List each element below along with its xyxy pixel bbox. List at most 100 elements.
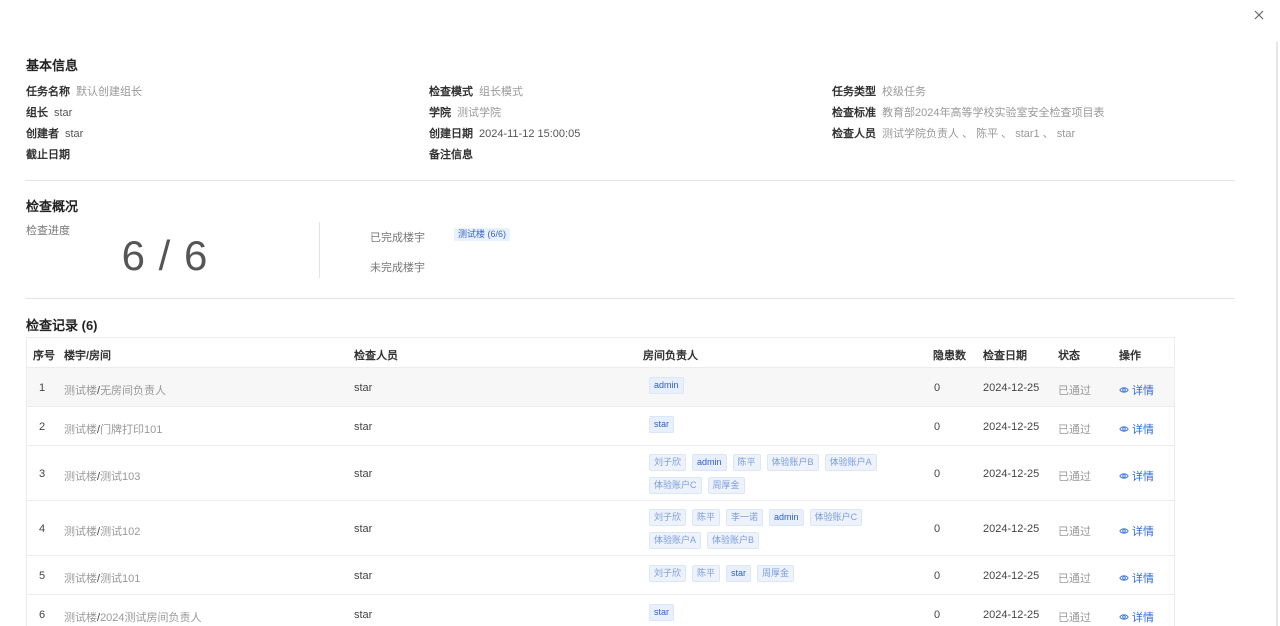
owner-tag: 体验账户B [766, 454, 819, 471]
inspector-cell: star [354, 523, 373, 535]
college-value: 测试学院 [457, 107, 501, 119]
table-body: 1 测试楼/无房间负责人 star admin 0 2024-12-25 已通过 详情 2 测试楼… [27, 368, 1174, 626]
done-building-tag: 测试楼 (6/6) [454, 228, 511, 241]
owner-tag: 体验账户B [707, 532, 760, 549]
detail-link[interactable]: 详情 [1119, 609, 1154, 625]
status-badge: 已通过 [1058, 471, 1091, 483]
room-cell: 测试楼/测试102 [64, 523, 140, 539]
detail-link[interactable]: 详情 [1119, 421, 1154, 437]
table-row: 4 测试楼/测试102 star 刘子欣 陈平 李一诺 admin 体验账户C 体验账户A 体验账… [27, 501, 1174, 556]
room-name: 测试101 [100, 573, 141, 585]
owner-tag: star [649, 416, 675, 433]
deadline-field: 截止日期 [26, 146, 76, 162]
check-date: 2024-12-25 [983, 523, 1040, 535]
detail-label: 详情 [1132, 612, 1154, 624]
row-number: 1 [39, 382, 46, 394]
check-date: 2024-12-25 [983, 570, 1040, 582]
records-table: 序号 楼宇/房间 检查人员 房间负责人 隐患数 检查日期 状态 操作 1 测试楼/… [26, 337, 1175, 626]
eye-icon [1119, 614, 1129, 620]
hazard-count: 0 [934, 382, 941, 394]
standard-field: 检查标准 教育部2024年高等学校实验室安全检查项目表 [832, 104, 1104, 120]
records-title: 检查记录 (6) [26, 318, 98, 333]
creator-value: star [65, 128, 84, 140]
owner-tag: 体验账户A [649, 532, 702, 549]
hazard-count: 0 [934, 468, 941, 480]
col-hazards: 隐患数 [933, 350, 966, 362]
row-number: 2 [39, 421, 46, 433]
owner-tag: admin [649, 377, 684, 394]
check-date: 2024-12-25 [983, 609, 1040, 621]
college-label: 学院 [429, 107, 451, 119]
building-name: 测试楼 [64, 471, 97, 483]
col-action: 操作 [1119, 350, 1141, 362]
building-name: 测试楼 [64, 612, 97, 624]
eye-icon [1119, 473, 1129, 479]
undone-buildings-label: 未完成楼宇 [370, 262, 425, 274]
owner-tag: star [649, 604, 675, 621]
eye-icon [1119, 575, 1129, 581]
inspector-cell: star [354, 382, 373, 394]
task-type-value: 校级任务 [882, 86, 926, 98]
hazard-count: 0 [934, 523, 941, 535]
owner-tag: 刘子欣 [649, 565, 687, 582]
owner-tags: star [649, 416, 899, 433]
college-field: 学院 测试学院 [429, 104, 501, 120]
owner-tag: 体验账户C [649, 477, 702, 494]
inspector-cell: star [354, 468, 373, 480]
col-no: 序号 [33, 350, 55, 362]
status-badge: 已通过 [1058, 424, 1091, 436]
deadline-label: 截止日期 [26, 149, 70, 161]
table-row: 6 测试楼/2024测试房间负责人 star star 0 2024-12-25 已通过 详情 [27, 595, 1174, 626]
owner-tag: admin [769, 509, 804, 526]
table-header: 序号 楼宇/房间 检查人员 房间负责人 隐患数 检查日期 状态 操作 [27, 338, 1174, 368]
mode-value: 组长模式 [479, 86, 523, 98]
owner-tags: 刘子欣 陈平 李一诺 admin 体验账户C 体验账户A 体验账户B [649, 509, 899, 549]
scrollbar[interactable] [1276, 42, 1278, 626]
col-owner: 房间负责人 [643, 350, 698, 362]
detail-label: 详情 [1132, 573, 1154, 585]
creator-field: 创建者 star [26, 125, 83, 141]
task-name-label: 任务名称 [26, 86, 70, 98]
close-icon[interactable] [1251, 7, 1267, 23]
table-row: 3 测试楼/测试103 star 刘子欣 admin 陈平 体验账户B 体验账户A 体验账户C 周… [27, 446, 1174, 501]
table-row: 5 测试楼/测试101 star 刘子欣 陈平 star 周厚金 0 2024-12-25 已通过… [27, 556, 1174, 595]
check-date: 2024-12-25 [983, 421, 1040, 433]
room-name: 测试102 [100, 526, 141, 538]
owner-tag: 陈平 [692, 565, 721, 582]
hazard-count: 0 [934, 570, 941, 582]
building-name: 测试楼 [64, 526, 97, 538]
created-date-value: 2024-11-12 15:00:05 [479, 128, 581, 140]
vertical-divider [319, 222, 320, 278]
divider [25, 180, 1235, 181]
mode-label: 检查模式 [429, 86, 473, 98]
detail-label: 详情 [1132, 424, 1154, 436]
room-name: 门牌打印101 [100, 424, 163, 436]
detail-label: 详情 [1132, 471, 1154, 483]
room-cell: 测试楼/测试101 [64, 570, 140, 586]
hazard-count: 0 [934, 609, 941, 621]
owner-tag: 刘子欣 [649, 509, 687, 526]
leader-value: star [54, 107, 73, 119]
inspector-cell: star [354, 421, 373, 433]
table-row: 1 测试楼/无房间负责人 star admin 0 2024-12-25 已通过 详情 [27, 368, 1174, 407]
owner-tags: 刘子欣 陈平 star 周厚金 [649, 565, 899, 582]
standard-label: 检查标准 [832, 107, 876, 119]
overview-title: 检查概况 [26, 199, 79, 214]
hazard-count: 0 [934, 421, 941, 433]
inspector-cell: star [354, 609, 373, 621]
check-date: 2024-12-25 [983, 468, 1040, 480]
inspectors-label: 检查人员 [832, 128, 876, 140]
detail-link[interactable]: 详情 [1119, 570, 1154, 586]
detail-link[interactable]: 详情 [1119, 382, 1154, 398]
detail-link[interactable]: 详情 [1119, 523, 1154, 539]
owner-tag: 体验账户C [809, 509, 863, 526]
room-cell: 测试楼/2024测试房间负责人 [64, 609, 202, 625]
owner-tag: star [726, 565, 752, 582]
task-type-field: 任务类型 校级任务 [832, 83, 926, 99]
detail-link[interactable]: 详情 [1119, 468, 1154, 484]
building-name: 测试楼 [64, 573, 97, 585]
created-date-field: 创建日期 2024-11-12 15:00:05 [429, 125, 580, 141]
done-buildings-label: 已完成楼宇 [370, 232, 425, 244]
inspectors-value: 测试学院负责人 、 陈平 、 star1 、 star [882, 128, 1076, 140]
check-date: 2024-12-25 [983, 382, 1040, 394]
